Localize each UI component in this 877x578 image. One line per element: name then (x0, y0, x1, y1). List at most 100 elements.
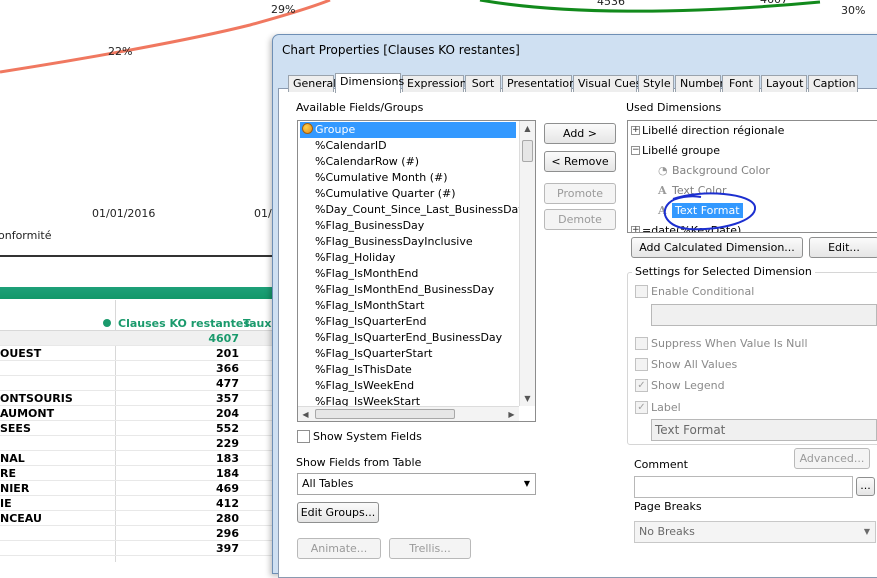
column-header-clauses[interactable]: Clauses KO restantes (118, 317, 250, 330)
used-dimension-item[interactable]: + Libellé direction régionale (631, 122, 784, 140)
add-calculated-dimension-button[interactable]: Add Calculated Dimension... (631, 237, 803, 258)
expand-icon[interactable]: + (631, 226, 640, 232)
animate-button[interactable]: Animate... (297, 538, 381, 559)
collapse-icon[interactable]: − (631, 146, 640, 155)
page-breaks-value: No Breaks (639, 525, 695, 538)
remove-button[interactable]: < Remove (544, 151, 616, 172)
tab-font[interactable]: Font (722, 75, 760, 92)
horizontal-scrollbar[interactable]: ◀ ▶ (298, 406, 519, 421)
column-header-taux[interactable]: Taux (243, 317, 271, 330)
available-field-item[interactable]: %Flag_IsWeekEnd (300, 378, 414, 394)
available-fields-list[interactable]: Groupe %CalendarID %CalendarRow (#) %Cumula… (297, 120, 536, 422)
show-all-values-checkbox[interactable] (635, 358, 648, 371)
available-field-item[interactable]: %Flag_BusinessDayInclusive (300, 234, 473, 250)
available-field-item[interactable]: Groupe (300, 122, 516, 138)
tab-layout[interactable]: Layout (761, 75, 807, 92)
available-field-item[interactable]: %Flag_BusinessDay (300, 218, 424, 234)
table-row[interactable]: IE 412 (0, 496, 275, 511)
table-row[interactable]: ONTSOURIS 357 (0, 391, 275, 406)
tab-caption[interactable]: Caption (808, 75, 858, 92)
available-field-item[interactable]: %Flag_IsQuarterEnd (300, 314, 426, 330)
available-field-label: %Flag_IsQuarterEnd (315, 315, 427, 328)
tab-expressions[interactable]: Expressions (402, 75, 472, 92)
table-row[interactable]: 477 (0, 376, 275, 391)
show-system-fields-checkbox[interactable] (297, 430, 310, 443)
tab-sort[interactable]: Sort (465, 75, 501, 92)
table-row[interactable]: 229 (0, 436, 275, 451)
edit-groups-button[interactable]: Edit Groups... (297, 502, 379, 523)
advanced-button[interactable]: Advanced... (794, 448, 870, 469)
tab-style[interactable]: Style (638, 75, 674, 92)
row-value: 552 (216, 422, 239, 435)
row-value: 357 (216, 392, 239, 405)
conditional-expression-field[interactable] (651, 304, 877, 326)
available-field-item[interactable]: %Day_Count_Since_Last_BusinessDay (300, 202, 525, 218)
tab-visual-cues[interactable]: Visual Cues (573, 75, 642, 92)
table-row[interactable]: OUEST 201 (0, 346, 275, 361)
available-field-item[interactable]: %Flag_Holiday (300, 250, 395, 266)
label-checkbox[interactable]: ✓ (635, 401, 648, 414)
available-field-label: %Flag_IsWeekEnd (315, 379, 415, 392)
scroll-thumb[interactable] (522, 140, 533, 162)
used-dimension-attribute[interactable]: ◔ Background Color (658, 162, 770, 180)
available-field-item[interactable]: %Flag_IsMonthEnd (300, 266, 418, 282)
available-field-item[interactable]: %Flag_IsMonthEnd_BusinessDay (300, 282, 494, 298)
available-field-item[interactable]: %CalendarID (300, 138, 387, 154)
promote-button[interactable]: Promote (544, 183, 616, 204)
tab-number[interactable]: Number (675, 75, 724, 92)
edit-dimension-button[interactable]: Edit... (809, 237, 877, 258)
used-dimension-item[interactable]: − Libellé groupe (631, 142, 720, 160)
add-button[interactable]: Add > (544, 123, 616, 144)
suppress-null-checkbox[interactable] (635, 337, 648, 350)
demote-button[interactable]: Demote (544, 209, 616, 230)
available-field-item[interactable]: %CalendarRow (#) (300, 154, 419, 170)
tab-general[interactable]: General (288, 75, 336, 92)
pct-label: 30% (841, 4, 866, 17)
row-value: 366 (216, 362, 239, 375)
show-all-values-label: Show All Values (651, 358, 738, 371)
available-field-label: %Flag_IsThisDate (315, 363, 412, 376)
tab-presentation[interactable]: Presentation (502, 75, 576, 92)
available-field-item[interactable]: %Flag_IsThisDate (300, 362, 412, 378)
legend-fragment: onformité (0, 229, 52, 242)
available-field-item[interactable]: %Cumulative Quarter (#) (300, 186, 456, 202)
scroll-down-icon[interactable]: ▼ (520, 391, 535, 406)
scroll-up-icon[interactable]: ▲ (520, 121, 535, 136)
scroll-thumb[interactable] (315, 409, 455, 419)
trellis-button[interactable]: Trellis... (389, 538, 471, 559)
available-field-item[interactable]: %Flag_IsMonthStart (300, 298, 424, 314)
table-row[interactable]: 397 (0, 541, 275, 556)
row-value: 183 (216, 452, 239, 465)
available-field-item[interactable]: %Flag_IsQuarterEnd_BusinessDay (300, 330, 502, 346)
suppress-null-label: Suppress When Value Is Null (651, 337, 808, 350)
available-field-item[interactable]: %Flag_IsQuarterStart (300, 346, 432, 362)
table-select[interactable]: All Tables ▼ (297, 473, 536, 495)
row-value: 477 (216, 377, 239, 390)
table-row[interactable]: NAL 183 (0, 451, 275, 466)
page-breaks-select[interactable]: No Breaks ▼ (634, 521, 876, 543)
available-field-label: %Day_Count_Since_Last_BusinessDay (315, 203, 525, 216)
comment-ellipsis-button[interactable]: ... (856, 477, 875, 496)
available-field-label: %Flag_IsQuarterStart (315, 347, 433, 360)
table-row[interactable]: NIER 469 (0, 481, 275, 496)
palette-icon: ◔ (658, 164, 668, 177)
vertical-scrollbar[interactable]: ▲ ▼ (519, 121, 535, 406)
table-row[interactable]: 296 (0, 526, 275, 541)
table-row[interactable]: NCEAU 280 (0, 511, 275, 526)
enable-conditional-checkbox[interactable] (635, 285, 648, 298)
table-row[interactable]: RE 184 (0, 466, 275, 481)
scroll-right-icon[interactable]: ▶ (504, 407, 519, 421)
table-row[interactable]: 366 (0, 361, 275, 376)
label-text-field[interactable]: Text Format (651, 419, 877, 441)
show-legend-checkbox[interactable]: ✓ (635, 379, 648, 392)
table-row[interactable]: AUMONT 204 (0, 406, 275, 421)
expand-icon[interactable]: + (631, 126, 640, 135)
tab-dimensions[interactable]: Dimensions (335, 73, 404, 93)
available-field-item[interactable]: %Cumulative Month (#) (300, 170, 448, 186)
dropdown-arrow-icon: ▼ (863, 527, 870, 536)
settings-title: Settings for Selected Dimension (632, 265, 815, 278)
table-row[interactable]: SEES 552 (0, 421, 275, 436)
scroll-left-icon[interactable]: ◀ (298, 407, 313, 421)
sort-indicator-icon[interactable] (103, 319, 111, 327)
comment-field[interactable] (634, 476, 853, 498)
